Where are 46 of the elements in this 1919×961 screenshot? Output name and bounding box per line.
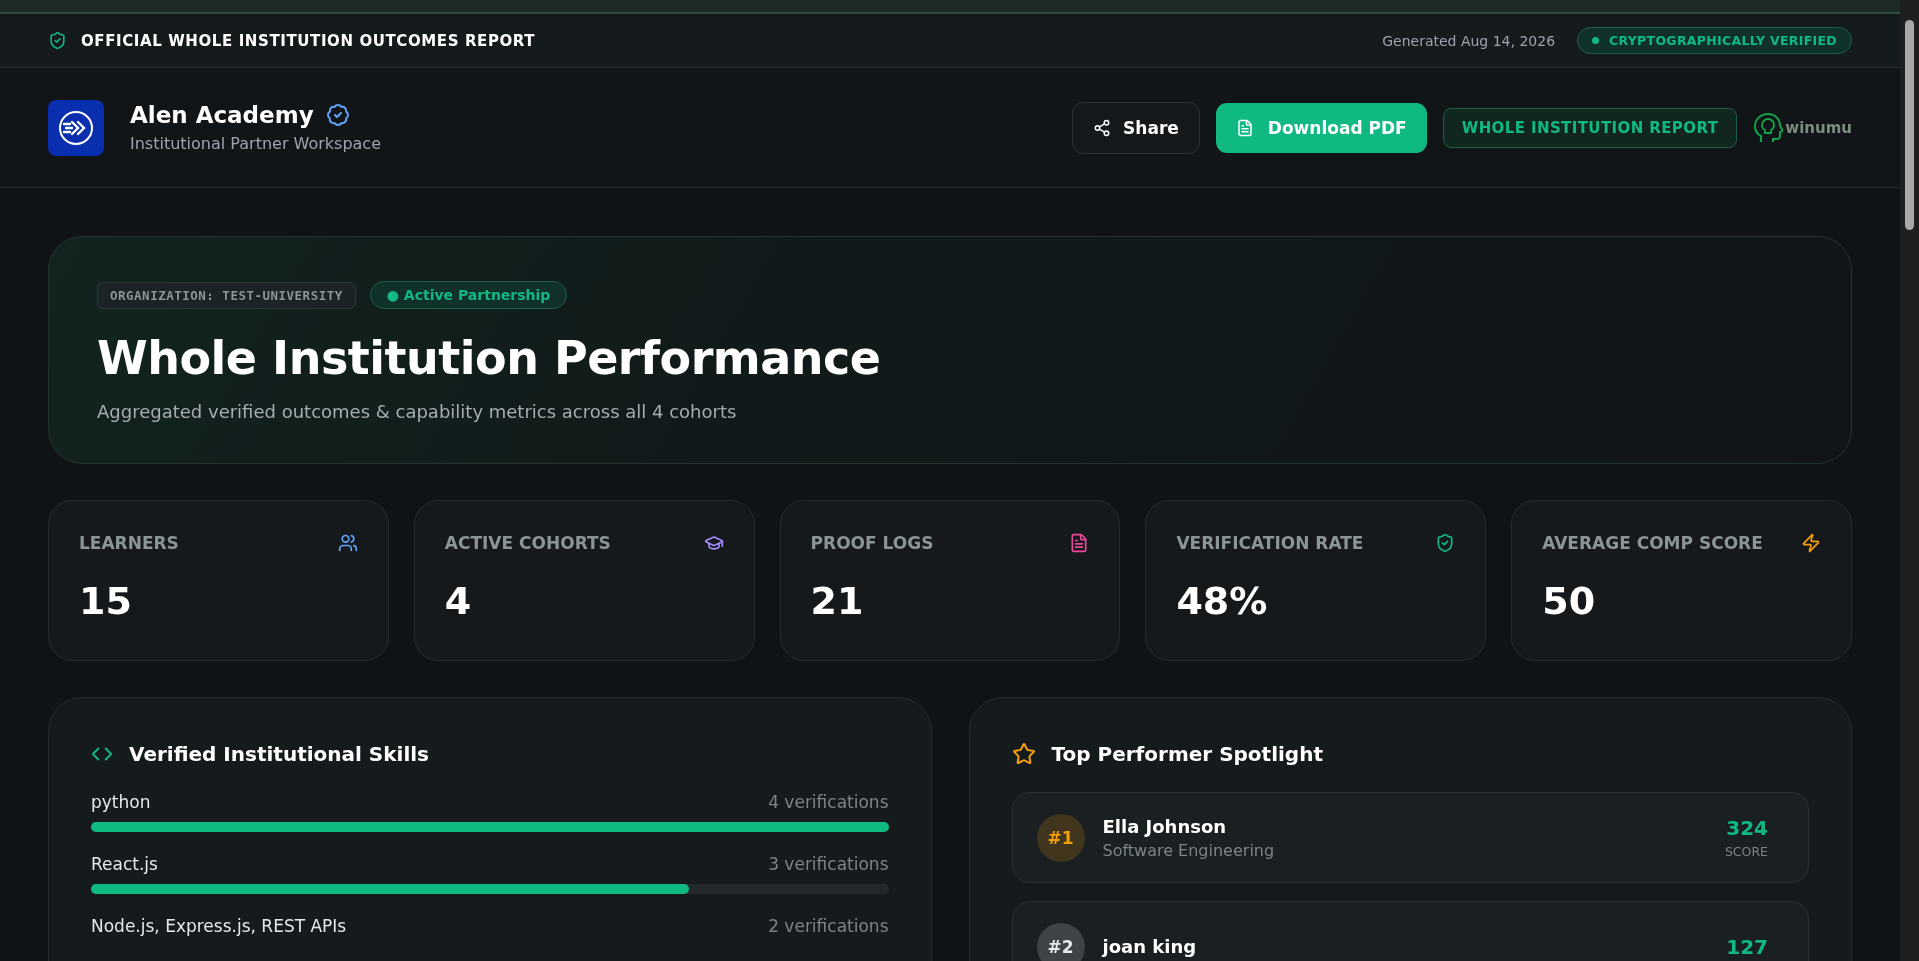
stat-value: 21 bbox=[810, 579, 865, 623]
banner-title: OFFICIAL WHOLE INSTITUTION OUTCOMES REPORT bbox=[81, 31, 536, 50]
rank-badge: #2 bbox=[1036, 922, 1085, 961]
hero-subtitle: Aggregated verified outcomes & capability metrics across all 4 cohorts bbox=[97, 401, 738, 422]
skill-name: python bbox=[91, 792, 151, 812]
verification-count: 2 verifications bbox=[768, 916, 889, 936]
organization-subtitle: Institutional Partner Workspace bbox=[130, 134, 381, 153]
stat-label: VERIFICATION RATE bbox=[1176, 533, 1364, 553]
stat-value: 48% bbox=[1176, 579, 1269, 623]
academy-logo bbox=[48, 99, 104, 156]
performer-score: 127 bbox=[1726, 934, 1768, 959]
verification-count: 4 verifications bbox=[768, 792, 889, 812]
score-label: SCORE bbox=[1724, 844, 1768, 859]
head-lightbulb-icon bbox=[1753, 111, 1784, 144]
rank-badge: #1 bbox=[1036, 813, 1085, 862]
stat-label: LEARNERS bbox=[79, 533, 179, 553]
organization-name: Alen Academy bbox=[130, 102, 314, 128]
performer-score: 324 bbox=[1726, 816, 1768, 840]
generated-date: Generated Aug 14, 2026 bbox=[1382, 32, 1556, 49]
verification-count: 3 verifications bbox=[768, 854, 889, 874]
performer-department: Software Engineering bbox=[1102, 840, 1276, 860]
share-button[interactable]: Share bbox=[1072, 101, 1200, 154]
performer-name: joan king bbox=[1102, 936, 1198, 957]
share-icon bbox=[1093, 118, 1112, 137]
performer-name: Ella Johnson bbox=[1102, 815, 1228, 837]
verified-badge: CRYPTOGRAPHICALLY VERIFIED bbox=[1577, 27, 1852, 54]
stat-label: PROOF LOGS bbox=[810, 533, 934, 553]
shield-check-icon bbox=[48, 31, 67, 50]
organization-tag: ORGANIZATION: TEST-UNIVERSITY bbox=[97, 281, 356, 309]
verified-icon bbox=[325, 103, 350, 127]
panel-title: Top Performer Spotlight bbox=[1051, 742, 1323, 766]
stat-label: AVERAGE COMP SCORE bbox=[1542, 533, 1763, 553]
partnership-status-tag: ● Active Partnership bbox=[369, 281, 568, 309]
star-icon bbox=[1011, 742, 1036, 766]
hero-title: Whole Institution Performance bbox=[97, 331, 882, 385]
stat-value: 4 bbox=[444, 579, 473, 623]
scrollbar[interactable] bbox=[1900, 0, 1919, 961]
skill-name: React.js bbox=[91, 854, 158, 874]
panel-title: Verified Institutional Skills bbox=[129, 742, 430, 766]
stat-label: ACTIVE COHORTS bbox=[444, 533, 611, 553]
document-icon bbox=[1235, 118, 1254, 137]
report-type-badge: WHOLE INSTITUTION REPORT bbox=[1442, 107, 1738, 148]
brand-name: winumu bbox=[1785, 118, 1852, 137]
skill-name: Node.js, Express.js, REST APIs bbox=[91, 916, 347, 936]
stat-value: 50 bbox=[1542, 579, 1597, 623]
stat-value: 15 bbox=[79, 579, 133, 623]
